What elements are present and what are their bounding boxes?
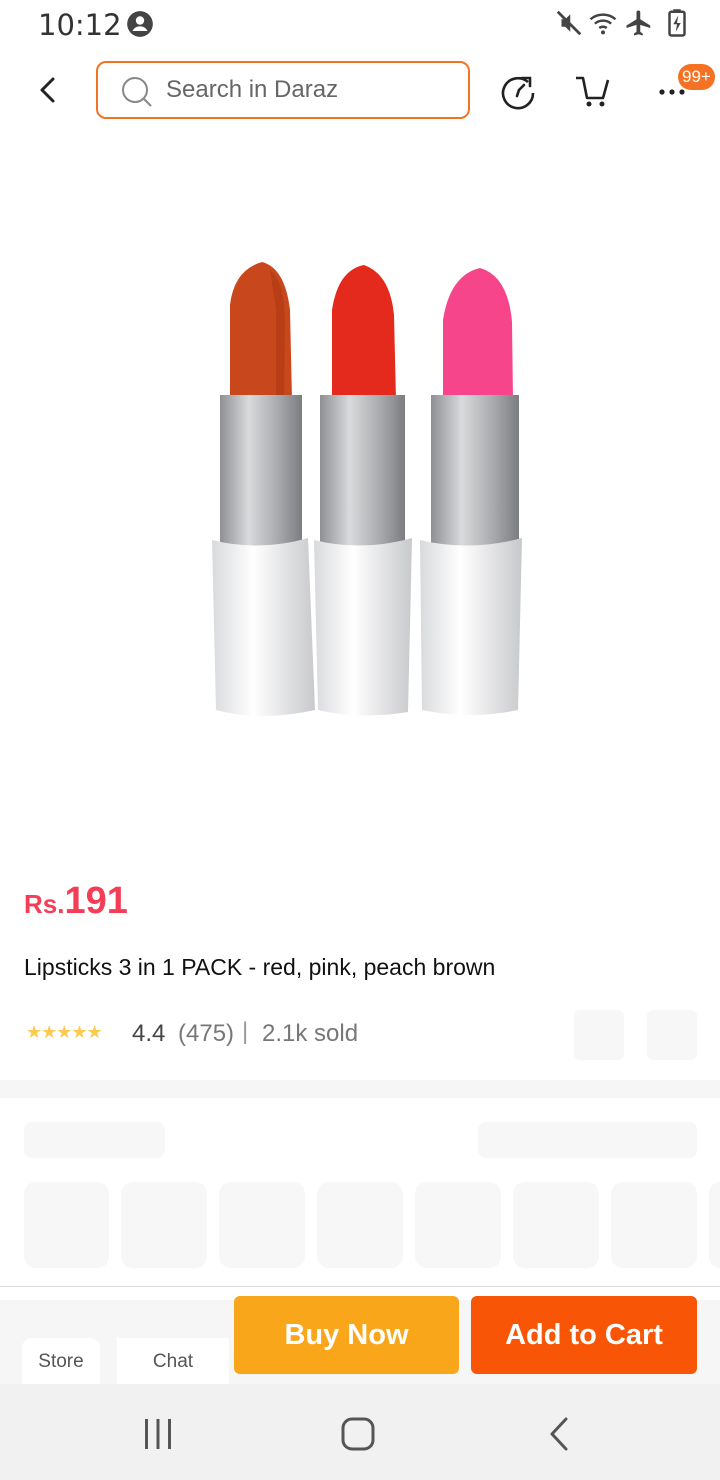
product-price: Rs.191: [24, 880, 128, 923]
rating-separator: |: [242, 1018, 249, 1045]
skeleton-label: [478, 1122, 697, 1158]
mute-icon: [556, 10, 582, 36]
home-icon[interactable]: [336, 1412, 380, 1456]
airplane-mode-icon: [626, 10, 651, 36]
divider-line: [0, 1286, 720, 1287]
share-placeholder[interactable]: [647, 1010, 697, 1060]
system-nav-bar: [0, 1384, 720, 1480]
skeleton-tile: [709, 1182, 720, 1268]
chat-button[interactable]: Chat: [117, 1338, 229, 1386]
search-icon: [122, 77, 152, 107]
skeleton-tile: [513, 1182, 599, 1268]
wifi-icon: [589, 13, 617, 35]
search-input[interactable]: [166, 73, 456, 107]
cart-badge: 99+: [678, 64, 715, 90]
buy-now-button[interactable]: Buy Now: [234, 1296, 459, 1374]
section-divider: [0, 1080, 720, 1098]
wishlist-placeholder[interactable]: [574, 1010, 624, 1060]
recent-apps-icon[interactable]: [136, 1412, 180, 1456]
skeleton-tile: [611, 1182, 697, 1268]
status-time: 10:12: [38, 8, 122, 42]
price-currency: Rs.: [24, 889, 65, 919]
add-to-cart-button[interactable]: Add to Cart: [471, 1296, 697, 1374]
rating-count: (475): [178, 1020, 235, 1047]
skeleton-label: [24, 1122, 165, 1158]
skeleton-tile: [24, 1182, 109, 1268]
skeleton-tile: [219, 1182, 305, 1268]
skeleton-tile: [415, 1182, 501, 1268]
store-button[interactable]: Store: [22, 1338, 100, 1386]
nav-back-icon[interactable]: [538, 1412, 582, 1456]
product-image[interactable]: [150, 240, 570, 740]
sold-count: 2.1k sold: [262, 1020, 359, 1047]
skeleton-tile: [317, 1182, 403, 1268]
header: 99+: [0, 52, 720, 128]
share-icon[interactable]: [496, 68, 540, 112]
account-circle-icon: [127, 11, 153, 37]
cart-icon[interactable]: [572, 68, 616, 112]
status-bar: 10:12: [0, 0, 720, 48]
price-amount: 191: [64, 880, 128, 922]
rating-stars-icon: ★★★★★: [26, 1022, 103, 1042]
battery-charging-icon: [668, 9, 686, 37]
skeleton-tile: [121, 1182, 207, 1268]
rating-row[interactable]: ★★★★★ 4.4 (475) | 2.1k sold: [26, 1010, 706, 1060]
back-icon[interactable]: [28, 70, 68, 110]
search-bar[interactable]: [96, 61, 470, 119]
rating-value: 4.4: [132, 1020, 166, 1047]
product-title: Lipsticks 3 in 1 PACK - red, pink, peach…: [24, 954, 496, 980]
